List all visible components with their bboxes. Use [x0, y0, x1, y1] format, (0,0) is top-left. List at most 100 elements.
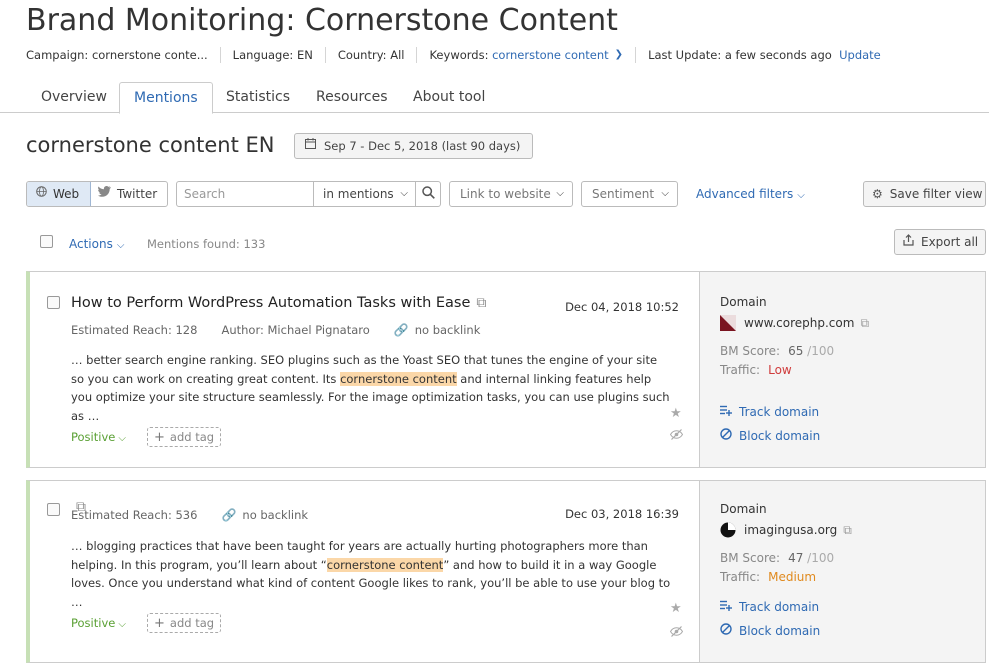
page-title: Brand Monitoring: Cornerstone Content	[26, 3, 618, 38]
gear-icon: ⚙	[872, 187, 883, 201]
search-button[interactable]	[415, 182, 440, 206]
mention-date: Dec 03, 2018 16:39	[565, 507, 679, 521]
mention-meta: Estimated Reach: 536 🔗 no backlink	[71, 508, 308, 522]
link-icon: 🔗	[221, 508, 237, 522]
keyword-highlight: cornerstone content	[326, 557, 444, 572]
block-domain-link[interactable]: Block domain	[720, 428, 820, 443]
domain-label: Domain	[720, 295, 767, 309]
twitter-icon	[98, 182, 111, 206]
export-icon	[903, 230, 914, 254]
link-to-website-dropdown[interactable]: Link to website ⌵	[449, 181, 573, 207]
chevron-down-icon: ⌵	[116, 240, 125, 251]
mentions-count: Mentions found: 133	[147, 237, 266, 251]
author: Author: Michael Pignataro	[221, 323, 370, 337]
search-scope-dropdown[interactable]: in mentions ⌵	[313, 182, 415, 206]
star-icon[interactable]: ★	[670, 601, 682, 616]
search-group: in mentions ⌵	[176, 181, 441, 207]
chevron-down-icon: ⌵	[400, 188, 408, 199]
chevron-down-icon[interactable]: ❯	[615, 47, 623, 63]
campaign-selector[interactable]: Campaign: cornerstone conte...	[26, 47, 220, 63]
mention-checkbox[interactable]	[47, 296, 60, 309]
tab-about-tool[interactable]: About tool	[413, 82, 485, 113]
track-list-icon	[720, 600, 732, 614]
external-link-icon[interactable]: ⧉	[843, 523, 852, 538]
keywords-label: Keywords:	[429, 48, 489, 62]
block-icon	[720, 623, 732, 638]
tab-bar: Overview Mentions Statistics Resources A…	[0, 82, 989, 114]
web-source-button[interactable]: Web	[27, 182, 91, 206]
domain-name: imagingusa.org ⧉	[720, 522, 852, 538]
backlink-status: no backlink	[414, 323, 481, 337]
hide-icon[interactable]	[669, 626, 684, 640]
chevron-down-icon: ⌵	[661, 188, 669, 199]
mention-meta: Estimated Reach: 128 Author: Michael Pig…	[71, 323, 480, 337]
mention-card: ⧉ Dec 03, 2018 16:39 Estimated Reach: 53…	[26, 480, 986, 663]
estimated-reach: Estimated Reach: 536	[71, 508, 198, 522]
hide-icon[interactable]	[669, 429, 684, 443]
last-update-info: Last Update: a few seconds ago Update	[635, 47, 893, 63]
traffic-level: Traffic: Low	[720, 363, 792, 377]
actions-dropdown[interactable]: Actions ⌵	[69, 237, 124, 251]
plus-icon: +	[154, 430, 165, 445]
advanced-filters-link[interactable]: Advanced filters ⌵	[696, 187, 805, 201]
mention-snippet: … better search engine ranking. SEO plug…	[71, 353, 670, 423]
chevron-down-icon: ⌵	[556, 188, 564, 199]
select-all-checkbox[interactable]	[40, 235, 53, 248]
chevron-down-icon: ⌵	[118, 619, 126, 630]
site-favicon	[720, 522, 736, 538]
tab-mentions[interactable]: Mentions	[119, 82, 213, 114]
plus-icon: +	[154, 616, 165, 631]
bm-score: BM Score: 47 /100	[720, 551, 835, 565]
save-filter-view-button[interactable]: ⚙ Save filter view	[863, 181, 986, 207]
sentiment-selector[interactable]: Positive ⌵	[71, 430, 126, 444]
keywords-selector[interactable]: Keywords: cornerstone content ❯	[416, 47, 635, 63]
mention-date: Dec 04, 2018 10:52	[565, 300, 679, 314]
mention-card: How to Perform WordPress Automation Task…	[26, 271, 986, 468]
twitter-source-button[interactable]: Twitter	[91, 182, 167, 206]
star-icon[interactable]: ★	[670, 406, 682, 421]
globe-icon	[36, 182, 47, 206]
date-range-picker[interactable]: Sep 7 - Dec 5, 2018 (last 90 days)	[294, 133, 534, 159]
keywords-value[interactable]: cornerstone content	[492, 47, 609, 63]
traffic-level: Traffic: Medium	[720, 570, 817, 584]
section-heading: cornerstone content EN	[26, 133, 275, 157]
tab-resources[interactable]: Resources	[316, 82, 388, 113]
add-tag-button[interactable]: + add tag	[147, 613, 222, 633]
track-domain-link[interactable]: Track domain	[720, 600, 819, 614]
chevron-down-icon: ⌵	[118, 433, 126, 444]
domain-panel: Domain imagingusa.org ⧉ BM Score: 47 /100…	[699, 481, 985, 662]
track-list-icon	[720, 405, 732, 419]
external-link-icon[interactable]: ⧉	[476, 295, 486, 311]
domain-panel: Domain www.corephp.com ⧉ BM Score: 65 /10…	[699, 272, 985, 467]
tab-statistics[interactable]: Statistics	[226, 82, 290, 113]
update-link[interactable]: Update	[839, 47, 881, 63]
sentiment-selector[interactable]: Positive ⌵	[71, 616, 126, 630]
calendar-icon	[305, 134, 316, 158]
domain-name: www.corephp.com ⧉	[720, 315, 869, 331]
site-favicon	[720, 315, 736, 331]
add-tag-button[interactable]: + add tag	[147, 427, 222, 447]
source-toggle: Web Twitter	[26, 181, 168, 207]
chevron-down-icon: ⌵	[797, 190, 805, 201]
country-info: Country: All	[324, 47, 417, 63]
sentiment-dropdown[interactable]: Sentiment ⌵	[581, 181, 678, 207]
search-input[interactable]	[177, 182, 313, 206]
block-icon	[720, 428, 732, 443]
backlink-status: no backlink	[242, 508, 309, 522]
tab-overview[interactable]: Overview	[41, 82, 107, 113]
keyword-highlight: cornerstone content	[340, 371, 457, 386]
bm-score: BM Score: 65 /100	[720, 344, 835, 358]
external-link-icon[interactable]: ⧉	[860, 316, 869, 331]
block-domain-link[interactable]: Block domain	[720, 623, 820, 638]
mention-snippet: … blogging practices that have been taug…	[71, 539, 671, 609]
search-icon	[421, 185, 435, 203]
estimated-reach: Estimated Reach: 128	[71, 323, 198, 337]
domain-label: Domain	[720, 502, 767, 516]
mention-title[interactable]: How to Perform WordPress Automation Task…	[71, 295, 486, 311]
track-domain-link[interactable]: Track domain	[720, 405, 819, 419]
mention-checkbox[interactable]	[47, 503, 60, 516]
export-all-button[interactable]: Export all	[894, 229, 986, 255]
campaign-meta-bar: Campaign: cornerstone conte... Language:…	[26, 47, 893, 63]
link-icon: 🔗	[393, 323, 409, 337]
language-info: Language: EN	[219, 47, 325, 63]
